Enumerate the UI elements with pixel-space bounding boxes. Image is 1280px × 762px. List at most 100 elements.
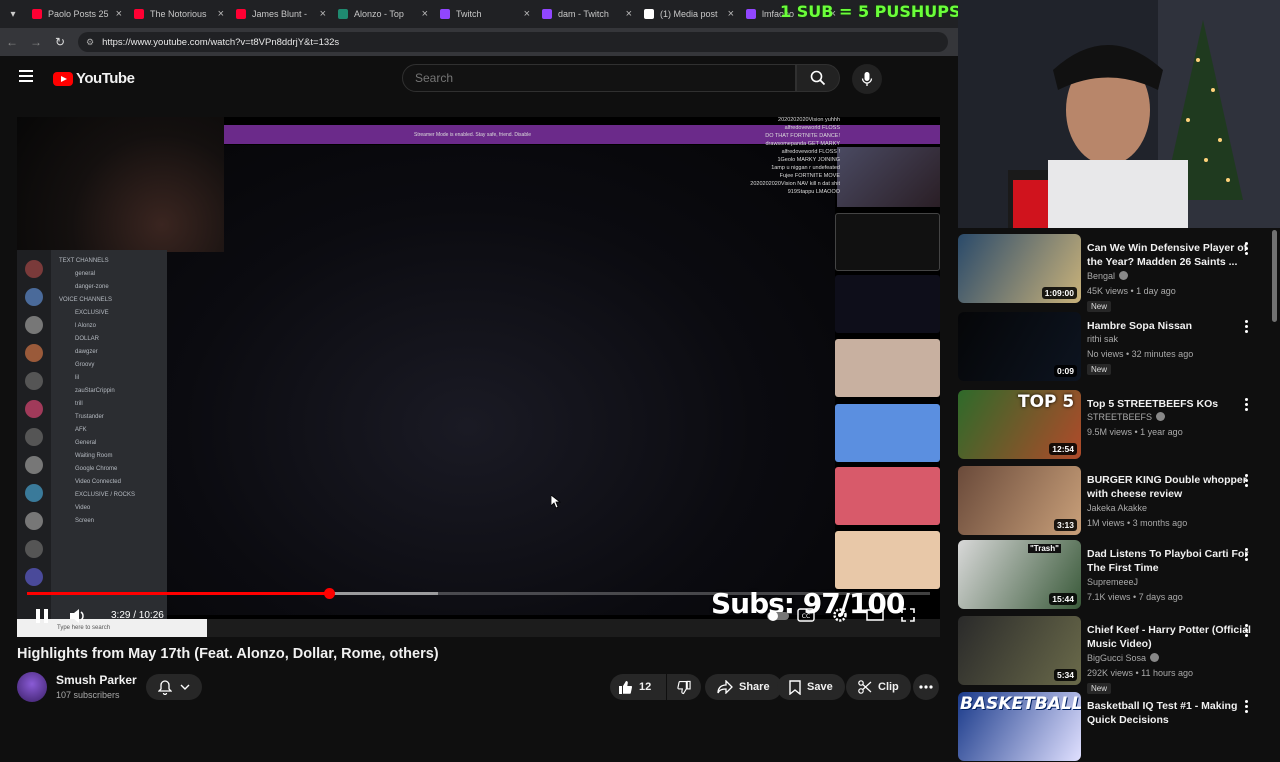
more-options-icon[interactable] (1244, 242, 1250, 256)
channel-name[interactable]: Smush Parker (56, 673, 137, 687)
clip-label: Clip (878, 681, 899, 693)
streamer-webcam (958, 0, 1280, 228)
video-duration: 12:54 (1049, 443, 1077, 455)
recommendation-title[interactable]: Dad Listens To Playboi Carti For The Fir… (1087, 547, 1252, 575)
video-progress-bar[interactable] (27, 588, 930, 599)
menu-icon[interactable] (19, 70, 33, 82)
recommendation-channel[interactable]: STREETBEEFS (1087, 412, 1166, 422)
browser-tab[interactable]: (1) Media post × (638, 0, 740, 28)
video-thumbnail[interactable]: 3:13 (958, 466, 1081, 535)
video-player[interactable]: Streamer Mode is enabled. Stay safe, fri… (17, 117, 940, 637)
recommendation-item[interactable]: "Trash" 15:44 Dad Listens To Playboi Carti… (958, 540, 1280, 610)
tab-close-icon[interactable]: × (218, 8, 224, 20)
recommendation-item[interactable]: 5:34 Chief Keef - Harry Potter (Official … (958, 616, 1280, 694)
tab-favicon-icon (440, 9, 450, 19)
recommendation-title[interactable]: Can We Win Defensive Player of the Year?… (1087, 241, 1252, 269)
discord-server-icon (25, 484, 43, 502)
recommendation-item[interactable]: TOP 5 12:54 Top 5 STREETBEEFS KOs STREETBEE… (958, 390, 1280, 460)
youtube-header: YouTube (0, 56, 958, 102)
back-button[interactable]: ← (0, 35, 24, 49)
browser-tab[interactable]: James Blunt - × (230, 0, 332, 28)
recommendation-item[interactable]: 1:09:00 Can We Win Defensive Player of th… (958, 234, 1280, 312)
recommendation-title[interactable]: BURGER KING Double whopper with cheese r… (1087, 473, 1252, 501)
chat-line: alfredoveworld FLOSS (784, 125, 840, 131)
more-options-icon[interactable] (1244, 474, 1250, 488)
clip-button[interactable]: Clip (846, 674, 911, 700)
reload-button[interactable]: ↻ (48, 35, 72, 49)
discord-channel: danger-zone (75, 284, 109, 290)
recommendation-item[interactable]: 3:13 BURGER KING Double whopper with chee… (958, 466, 1280, 536)
recommendation-channel[interactable]: SupremeeeJ (1087, 577, 1138, 587)
recommendation-title[interactable]: Chief Keef - Harry Potter (Official Musi… (1087, 623, 1252, 651)
browser-tab[interactable]: The Notorious × (128, 0, 230, 28)
url-field[interactable]: ⚙ https://www.youtube.com/watch?v=t8VPn8… (78, 32, 948, 52)
recommendation-channel[interactable]: rithi sak (1087, 334, 1118, 344)
autoplay-toggle[interactable] (767, 609, 789, 627)
mute-button[interactable] (69, 608, 87, 629)
save-label: Save (807, 681, 833, 693)
recommendation-item[interactable]: BASKETBALL Basketball IQ Test #1 - Making… (958, 692, 1280, 762)
forward-button[interactable]: → (24, 35, 48, 49)
tab-close-icon[interactable]: × (116, 8, 122, 20)
recommendation-channel[interactable]: Jakeka Akakke (1087, 503, 1147, 513)
save-button[interactable]: Save (777, 674, 845, 700)
discord-channel: Video Connected (75, 479, 121, 485)
more-options-icon[interactable] (1244, 700, 1250, 714)
channel-name-text: SupremeeeJ (1087, 577, 1139, 587)
more-options-icon[interactable] (1244, 320, 1250, 334)
chat-line: alfredoveworld FLOSS ! (781, 149, 840, 155)
video-thumbnail[interactable]: 1:09:00 (958, 234, 1081, 303)
tab-close-icon[interactable]: × (320, 8, 326, 20)
recommendation-title[interactable]: Hambre Sopa Nissan (1087, 319, 1252, 333)
recommendation-item[interactable]: 0:09 Hambre Sopa Nissan rithi sak No views … (958, 312, 1280, 382)
video-thumbnail[interactable]: 5:34 (958, 616, 1081, 685)
chat-line: 919Stappu LMAOOO (787, 189, 840, 195)
voice-search-button[interactable] (852, 64, 882, 94)
tab-title: (1) Media post (660, 9, 718, 19)
fullscreen-button[interactable] (901, 608, 915, 627)
video-thumbnail[interactable]: "Trash" 15:44 (958, 540, 1081, 609)
tab-favicon-icon (746, 9, 756, 19)
progress-scrubber[interactable] (323, 588, 335, 599)
tab-close-icon[interactable]: × (626, 8, 632, 20)
site-info-icon[interactable]: ⚙ (86, 37, 94, 48)
more-options-icon[interactable] (1244, 398, 1250, 412)
recommendations-list: 1:09:00 Can We Win Defensive Player of th… (958, 228, 1280, 761)
dislike-button[interactable] (667, 674, 701, 700)
browser-tab[interactable]: Paolo Posts 25 × (26, 0, 128, 28)
more-options-icon[interactable] (1244, 548, 1250, 562)
scrollbar[interactable] (1272, 230, 1277, 322)
url-text: https://www.youtube.com/watch?v=t8VPn8dd… (102, 36, 340, 48)
notification-bell-button[interactable] (146, 674, 202, 700)
channel-avatar[interactable] (17, 672, 47, 702)
browser-tab[interactable]: Twitch × (434, 0, 536, 28)
settings-button[interactable] (832, 607, 848, 628)
pause-button[interactable] (35, 608, 49, 629)
thumbs-up-icon (619, 680, 633, 694)
recommendation-title[interactable]: Top 5 STREETBEEFS KOs (1087, 397, 1252, 411)
youtube-logo[interactable]: YouTube (53, 70, 135, 87)
more-options-icon[interactable] (1244, 624, 1250, 638)
recommendation-title[interactable]: Basketball IQ Test #1 - Making Quick Dec… (1087, 699, 1252, 727)
captions-button[interactable]: CC (797, 608, 815, 627)
share-button[interactable]: Share (705, 674, 782, 700)
video-thumbnail[interactable]: BASKETBALL (958, 692, 1081, 761)
video-thumbnail[interactable]: 0:09 (958, 312, 1081, 381)
tab-close-icon[interactable]: × (728, 8, 734, 20)
like-button[interactable]: 12 (610, 674, 666, 700)
tab-close-icon[interactable]: × (524, 8, 530, 20)
recommendation-channel[interactable]: BigGucci Sosa (1087, 653, 1160, 663)
search-input[interactable] (402, 64, 796, 92)
video-thumbnail[interactable]: TOP 5 12:54 (958, 390, 1081, 459)
browser-tab[interactable]: dam - Twitch × (536, 0, 638, 28)
discord-server-icon (25, 512, 43, 530)
chat-line: DO THAT FORTNITE DANCE! (765, 133, 840, 139)
browser-tab[interactable]: Alonzo - Top × (332, 0, 434, 28)
more-actions-button[interactable] (913, 674, 939, 700)
channel-name-text: rithi sak (1087, 334, 1119, 344)
tab-search-button[interactable]: ▾ (0, 0, 26, 28)
theater-mode-button[interactable] (866, 608, 884, 627)
search-button[interactable] (796, 64, 840, 92)
tab-close-icon[interactable]: × (422, 8, 428, 20)
recommendation-channel[interactable]: Bengal (1087, 271, 1129, 281)
